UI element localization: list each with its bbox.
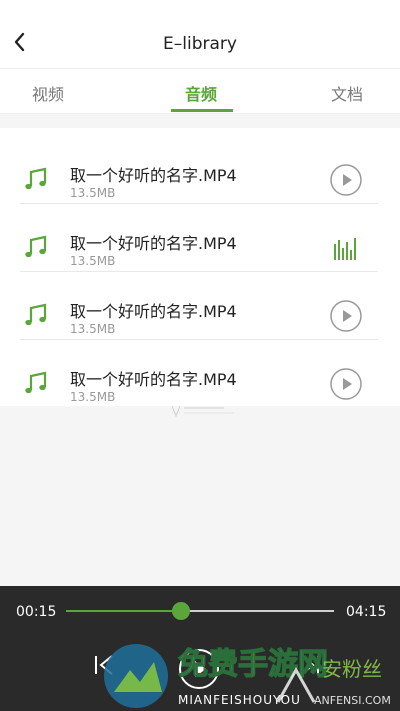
play-circle-icon[interactable]	[330, 164, 362, 196]
music-note-icon	[25, 371, 47, 394]
audio-file-list: 取一个好听的名字.MP4 13.5MB 取一个好听的名字.MP4 13.5MB	[0, 128, 400, 406]
file-size: 13.5MB	[70, 186, 116, 200]
file-name: 取一个好听的名字.MP4	[70, 370, 237, 389]
music-note-icon	[25, 167, 47, 190]
active-tab-indicator	[171, 109, 233, 112]
file-name: 取一个好听的名字.MP4	[70, 166, 237, 185]
current-time: 00:15	[16, 604, 57, 620]
play-circle-icon[interactable]	[330, 368, 362, 400]
tab-bar: 视频 音频 文档	[0, 69, 400, 114]
music-note-icon	[25, 303, 47, 326]
watermark-cn: 免费手游网	[178, 647, 328, 682]
tab-documents[interactable]: 文档	[331, 81, 363, 105]
file-name: 取一个好听的名字.MP4	[70, 234, 237, 253]
progress-knob[interactable]	[172, 602, 191, 620]
faint-logo-icon	[171, 405, 234, 418]
file-name: 取一个好听的名字.MP4	[70, 302, 237, 321]
file-size: 13.5MB	[70, 322, 116, 336]
site-watermark: 免费手游网 安粉丝 MIANFEISHOUYOU ANFENSI.COM	[104, 644, 391, 708]
app-header: E–library	[0, 0, 400, 69]
list-item[interactable]: 取一个好听的名字.MP4 13.5MB	[0, 136, 400, 204]
list-item[interactable]: 取一个好听的名字.MP4 13.5MB	[0, 272, 400, 340]
list-item[interactable]: 取一个好听的名字.MP4 13.5MB	[0, 340, 400, 408]
file-size: 13.5MB	[70, 254, 116, 268]
list-item[interactable]: 取一个好听的名字.MP4 13.5MB	[0, 204, 400, 272]
watermark-en: MIANFEISHOUYOU	[178, 693, 301, 707]
watermark-cn-secondary: 安粉丝	[322, 657, 382, 681]
music-note-icon	[25, 235, 47, 258]
progress-fill	[66, 610, 182, 612]
progress-slider[interactable]	[66, 602, 334, 620]
play-circle-icon[interactable]	[330, 300, 362, 332]
total-time: 04:15	[346, 604, 387, 620]
page-title: E–library	[163, 34, 237, 54]
tab-audio[interactable]: 音频	[185, 81, 217, 105]
watermark-en-secondary: ANFENSI.COM	[314, 694, 391, 707]
tab-video[interactable]: 视频	[32, 81, 64, 105]
equalizer-icon[interactable]	[332, 236, 360, 260]
file-size: 13.5MB	[70, 390, 116, 404]
